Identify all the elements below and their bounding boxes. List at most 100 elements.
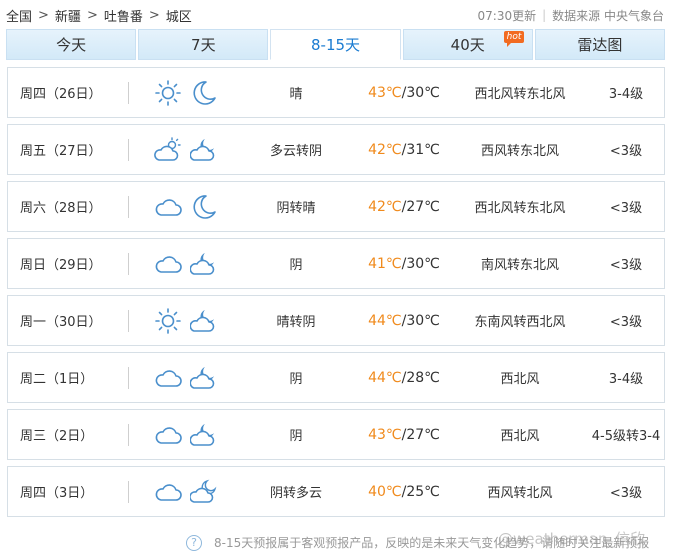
cloudy-night-icon [189,307,218,335]
partly-cloudy-icon [154,136,182,164]
low-temp: /30℃ [401,255,440,272]
forecast-list: 周四（26日）晴 43℃/30℃ 西北风转东北风 3-4级 周五（27日） 多云转阴 42℃… [7,67,665,523]
temperature: 44℃/28℃ [354,353,454,402]
row-divider [128,253,129,275]
wind-direction: 西北风 [500,372,540,387]
forecast-row: 周三（2日） 阴 43℃/27℃ 西北风 4-5级转3-4 [7,409,665,460]
low-temp: /30℃ [401,312,440,329]
wind-level: 3-4级 [608,87,644,102]
high-temp: 44℃ [368,369,402,386]
weather-icons [154,410,218,459]
cloudy-night-icon [189,364,218,392]
high-temp: 43℃ [368,426,402,443]
low-temp: /27℃ [401,198,440,215]
weather-icons [154,182,218,231]
low-temp: /30℃ [401,84,440,101]
wind-direction: 西北风转东北风 [474,201,566,216]
overcast-icon [154,250,182,278]
weather-icons [154,296,218,345]
forecast-day: 周二（1日） [20,372,94,387]
weather-icons [154,239,218,288]
wind-direction: 西北风 [500,429,540,444]
low-temp: /28℃ [401,369,440,386]
wind-level: <3级 [609,486,643,501]
cloudy-night-icon [189,421,218,449]
breadcrumb-city[interactable]: 吐鲁番 [104,6,143,25]
forecast-day: 周五（27日） [20,144,102,159]
wind-level: <3级 [609,201,643,216]
breadcrumb-province[interactable]: 新疆 [55,6,81,25]
high-temp: 42℃ [368,141,402,158]
weather-condition: 阴 [289,429,303,444]
weather-condition: 晴 [289,87,303,102]
help-icon[interactable]: ? [186,534,202,551]
temperature: 41℃/30℃ [354,239,454,288]
tab-today[interactable]: 今天 [6,29,137,60]
row-divider [128,196,129,218]
temperature: 42℃/27℃ [354,182,454,231]
update-time: 07:30更新 [477,8,537,23]
row-divider [128,310,129,332]
row-divider [128,82,129,104]
overcast-icon [154,193,182,221]
forecast-day: 周四（26日） [20,87,102,102]
moon-icon [190,79,218,107]
temperature: 43℃/27℃ [354,410,454,459]
top-bar: 全国 > 新疆 > 吐鲁番 > 城区 07:30更新 | 数据来源 中央气象台 [6,4,664,26]
overcast-icon [154,478,182,506]
forecast-tabs: 今天 7天 8-15天 40天 hot 雷达图 [6,29,666,60]
sunny-icon [154,79,182,107]
update-meta: 07:30更新 | 数据来源 中央气象台 [478,7,664,24]
low-temp: /25℃ [401,483,440,500]
weather-icons [154,125,218,174]
moon-icon [190,193,218,221]
wind-direction: 西风转北风 [487,486,553,501]
breadcrumb-separator: > [38,7,49,23]
wind-direction: 西北风转东北风 [474,87,566,102]
forecast-row: 周日（29日） 阴 41℃/30℃ 南风转东北风 <3级 [7,238,665,289]
forecast-row: 周四（3日） 阴转多云 40℃/25℃ 西风转北风 <3级 [7,466,665,517]
breadcrumb-separator: > [148,7,160,23]
breadcrumb-separator: > [86,7,98,23]
tab-7-days[interactable]: 7天 [138,29,269,60]
high-temp: 40℃ [368,483,402,500]
forecast-row: 周五（27日） 多云转阴 42℃/31℃ 西风转东北风 <3级 [7,124,665,175]
high-temp: 43℃ [368,84,402,101]
forecast-row: 周四（26日） 晴 43℃/30℃ 西北风转东北风 3-4级 [7,67,665,118]
wind-level: <3级 [609,144,643,159]
weather-icons [154,68,218,117]
partly-cloudy-night-icon [189,478,218,506]
row-divider [128,424,129,446]
forecast-day: 周四（3日） [20,486,94,501]
forecast-row: 周六（28日） 阴转晴 42℃/27℃ 西北风转东北风 <3级 [7,181,665,232]
weather-condition: 晴转阴 [276,315,316,330]
wind-direction: 南风转东北风 [480,258,559,273]
row-divider [128,481,129,503]
tab-40-days[interactable]: 40天 hot [402,29,533,60]
hot-badge: hot [503,31,525,47]
temperature: 44℃/30℃ [354,296,454,345]
tab-8-15-days[interactable]: 8-15天 [270,29,401,60]
wind-level: <3级 [609,315,643,330]
wind-direction: 西风转东北风 [480,144,559,159]
wind-level: 4-5级转3-4 [591,429,661,444]
forecast-day: 周日（29日） [20,258,102,273]
wind-level: 3-4级 [608,372,644,387]
breadcrumb-country[interactable]: 全国 [6,6,32,25]
overcast-icon [154,421,182,449]
tab-40-days-label: 40天 [450,36,485,54]
temperature: 42℃/31℃ [354,125,454,174]
weather-condition: 阴转多云 [269,486,322,501]
forecast-day: 周六（28日） [20,201,102,216]
weather-condition: 阴转晴 [276,201,316,216]
weather-condition: 阴 [289,258,303,273]
wind-direction: 东南风转西北风 [474,315,566,330]
overcast-icon [154,364,182,392]
wind-level: <3级 [609,258,643,273]
cloudy-night-icon [189,250,218,278]
high-temp: 44℃ [368,312,402,329]
data-source: 数据来源 中央气象台 [552,8,664,23]
forecast-day: 周一（30日） [20,315,102,330]
meta-divider: | [542,8,547,22]
tab-radar[interactable]: 雷达图 [534,29,666,60]
